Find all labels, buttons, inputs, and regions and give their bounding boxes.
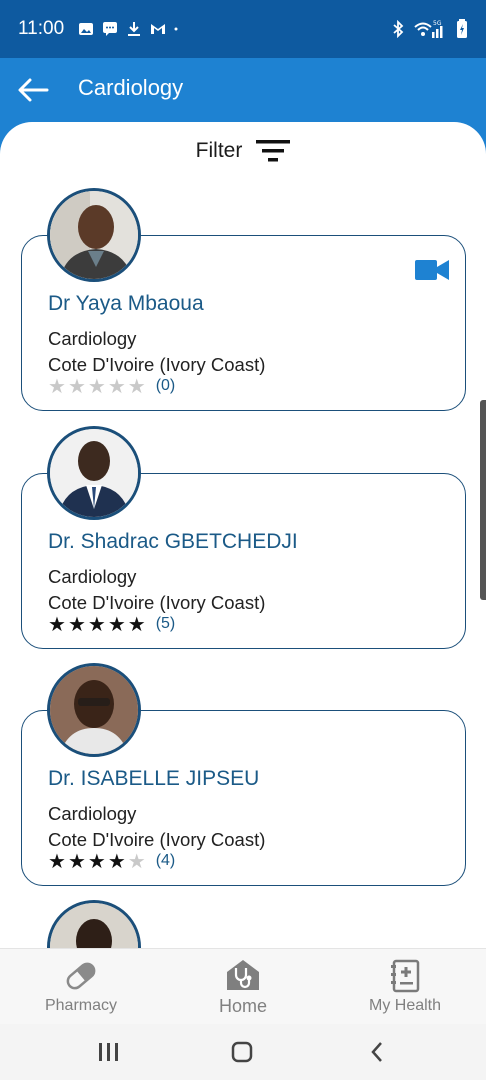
star-icon: ★: [127, 612, 146, 636]
status-time: 11:00: [18, 18, 65, 39]
doctor-avatar: [47, 188, 141, 282]
doctor-name: Dr. Shadrac GBETCHEDJI: [48, 530, 298, 553]
message-icon: [103, 22, 118, 36]
rating-stars: ★ ★ ★ ★ ★ (0): [48, 376, 175, 396]
recent-apps-icon[interactable]: [96, 1040, 120, 1064]
doctor-specialty: Cardiology: [48, 328, 137, 349]
star-icon: ★: [127, 374, 146, 398]
nav-label: My Health: [368, 997, 442, 1014]
doctor-avatar: [47, 900, 141, 948]
doctor-country: Cote D'Ivoire (Ivory Coast): [48, 354, 266, 375]
star-icon: ★: [87, 849, 106, 873]
nav-label: Pharmacy: [44, 997, 118, 1014]
star-icon: ★: [48, 374, 66, 398]
star-icon: ★: [48, 612, 66, 636]
star-icon: ★: [107, 612, 126, 636]
nav-my-health[interactable]: My Health: [324, 949, 486, 1025]
svg-text:5G: 5G: [433, 20, 442, 27]
health-record-icon: [391, 959, 420, 993]
star-icon: ★: [107, 849, 126, 873]
system-nav-bar: [0, 1024, 486, 1080]
doctor-country: Cote D'Ivoire (Ivory Coast): [48, 829, 266, 850]
image-icon: [79, 23, 94, 35]
gmail-icon: [151, 24, 166, 34]
star-icon: ★: [67, 612, 86, 636]
status-bar: 11:00 5G: [0, 0, 486, 58]
nav-label: Home: [218, 995, 267, 1016]
wifi-5g-icon: 5G: [414, 20, 443, 38]
star-icon: ★: [67, 374, 86, 398]
filter-button[interactable]: Filter: [0, 136, 486, 166]
bottom-nav: Pharmacy Home My Health: [0, 948, 486, 1024]
star-icon: ★: [107, 374, 126, 398]
nav-pharmacy[interactable]: Pharmacy: [0, 949, 162, 1025]
system-icons: 5G: [392, 19, 468, 39]
rating-stars: ★ ★ ★ ★ ★ (5): [48, 614, 175, 634]
rating-count: (4): [155, 852, 176, 869]
filter-icon: [256, 140, 291, 162]
page-title: Cardiology: [78, 75, 184, 100]
doctor-avatar: [47, 663, 141, 757]
arrow-left-icon[interactable]: [16, 76, 50, 104]
doctor-specialty: Cardiology: [48, 566, 137, 587]
star-icon: ★: [67, 849, 86, 873]
doctor-name: Dr. ISABELLE JIPSEU: [48, 767, 260, 790]
stethoscope-icon: [227, 959, 259, 990]
doctor-specialty: Cardiology: [48, 803, 137, 824]
back-icon[interactable]: [366, 1040, 390, 1064]
rating-count: (5): [155, 615, 176, 632]
scrollbar[interactable]: [480, 400, 486, 600]
filter-label: Filter: [195, 139, 243, 162]
rating-count: (0): [155, 377, 176, 394]
battery-icon: [457, 19, 467, 38]
star-icon: ★: [87, 612, 106, 636]
bluetooth-icon: [393, 20, 404, 38]
star-icon: ★: [48, 849, 66, 873]
rating-stars: ★ ★ ★ ★ ★ (4): [48, 851, 175, 871]
video-call-icon[interactable]: [415, 258, 449, 282]
nav-home[interactable]: Home: [162, 949, 324, 1025]
star-icon: ★: [87, 374, 106, 398]
doctor-name: Dr Yaya Mbaoua: [48, 292, 204, 315]
star-icon: ★: [127, 849, 146, 873]
doctor-avatar: [47, 426, 141, 520]
home-icon[interactable]: [230, 1040, 254, 1064]
doctor-list-panel: Filter Dr Yaya Mbaoua Cardiology Cote D'…: [0, 122, 486, 948]
dot-icon: [174, 27, 178, 31]
doctor-country: Cote D'Ivoire (Ivory Coast): [48, 592, 266, 613]
download-icon: [128, 22, 141, 36]
notification-icons: [78, 21, 182, 37]
pill-icon: [66, 962, 96, 990]
